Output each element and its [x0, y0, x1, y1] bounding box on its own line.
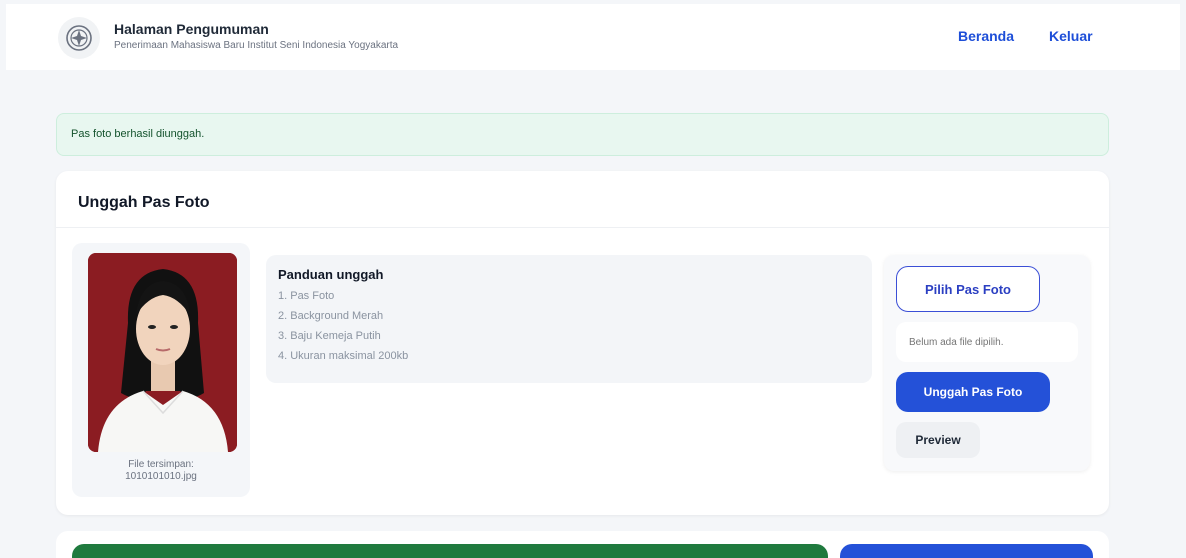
upload-actions-panel: Pilih Pas Foto Unggah Pas Foto Preview	[884, 255, 1090, 471]
page-title: Halaman Pengumuman	[114, 21, 269, 37]
success-alert: Pas foto berhasil diunggah.	[56, 113, 1109, 156]
saved-file-label: File tersimpan:	[128, 459, 194, 470]
guide-item: 1. Pas Foto	[278, 290, 335, 302]
photo-preview-panel: File tersimpan: 1010101010.jpg	[72, 243, 250, 497]
page-subtitle: Penerimaan Mahasiswa Baru Institut Seni …	[114, 40, 399, 51]
guide-item: 3. Baju Kemeja Putih	[278, 330, 381, 342]
blue-action-bar[interactable]	[840, 544, 1093, 558]
next-section-card	[56, 531, 1109, 558]
card-divider	[56, 227, 1109, 228]
guide-item: 4. Ukuran maksimal 200kb	[278, 350, 409, 362]
nav-home-link[interactable]: Beranda	[958, 28, 1014, 44]
upload-photo-button[interactable]: Unggah Pas Foto	[896, 372, 1050, 412]
preview-button[interactable]: Preview	[896, 422, 980, 458]
saved-file-caption: File tersimpan: 1010101010.jpg	[72, 459, 250, 483]
upload-photo-card: Unggah Pas Foto File tersimpan: 10101010…	[56, 171, 1109, 515]
selected-file-field[interactable]	[896, 322, 1078, 362]
guide-title: Panduan unggah	[278, 267, 384, 282]
guide-item: 2. Background Merah	[278, 310, 384, 322]
passport-photo	[88, 253, 237, 452]
saved-file-name: 1010101010.jpg	[125, 471, 197, 482]
choose-photo-button[interactable]: Pilih Pas Foto	[896, 266, 1040, 312]
upload-guide-panel: Panduan unggah 1. Pas Foto 2. Background…	[266, 255, 872, 383]
nav-logout-link[interactable]: Keluar	[1049, 28, 1093, 44]
green-action-bar[interactable]	[72, 544, 828, 558]
top-navbar: Halaman Pengumuman Penerimaan Mahasiswa …	[6, 4, 1180, 70]
card-title: Unggah Pas Foto	[78, 194, 210, 211]
institution-seal-icon[interactable]	[58, 17, 100, 59]
